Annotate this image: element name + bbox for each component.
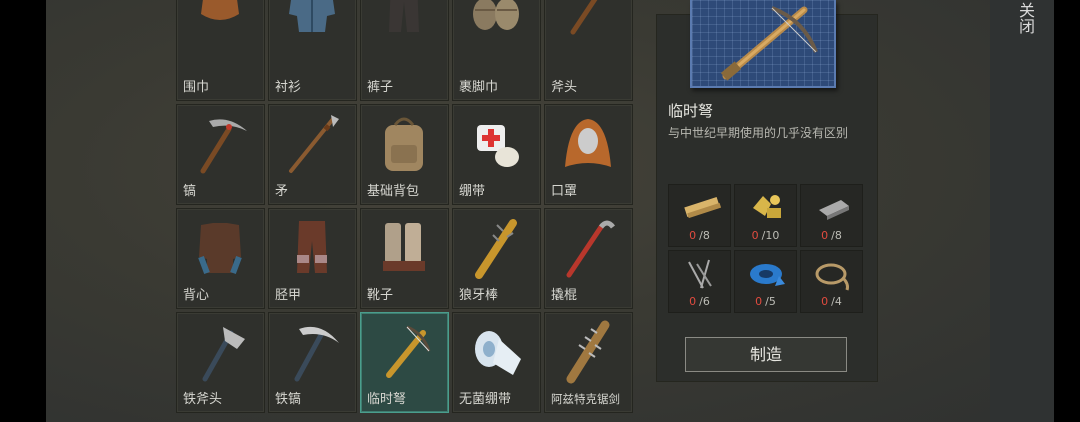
- vest-icon: [187, 215, 253, 281]
- material-have-count: 0: [689, 229, 697, 242]
- item-description: 与中世纪早期使用的几乎没有区别: [668, 126, 849, 140]
- recipe-slot-16[interactable]: 铁斧头: [176, 312, 265, 413]
- bandage-icon: [463, 111, 529, 177]
- recipe-label: 矛: [275, 184, 289, 199]
- axe-icon: [555, 0, 621, 40]
- recipe-label: 铁斧头: [183, 392, 223, 407]
- recipe-slot-9[interactable]: 绷带: [452, 104, 541, 205]
- recipe-slot-18[interactable]: 临时弩: [360, 312, 449, 413]
- material-slot-4[interactable]: 0/6: [668, 250, 731, 313]
- iron-bar-icon: [811, 188, 853, 228]
- recipe-label: 裹脚巾: [459, 80, 499, 95]
- recipe-label: 无菌绷带: [459, 392, 512, 407]
- material-need-count: /4: [831, 295, 842, 308]
- rope-icon: [811, 254, 853, 294]
- recipe-grid: 围巾 衬衫 裤子 裹脚巾 斧头镐 矛 基础背包 绷带 口罩背心 胫甲 靴子 狼牙棒 撬棍铁斧头 铁镐 临时弩…: [176, 0, 633, 413]
- wood-plank-icon: [679, 188, 722, 228]
- recipe-slot-4[interactable]: 裹脚巾: [452, 0, 541, 101]
- material-need-count: /8: [699, 229, 710, 242]
- material-need-count: /8: [831, 229, 842, 242]
- material-need-count: /5: [765, 295, 776, 308]
- side-strip: [990, 0, 1054, 422]
- craft-button[interactable]: 制造: [685, 337, 847, 372]
- material-count: 0/4: [801, 295, 862, 308]
- shirt-icon: [279, 0, 345, 40]
- nails-icon: [679, 254, 721, 294]
- material-count: 0/10: [735, 229, 796, 242]
- recipe-label: 斧头: [551, 80, 578, 95]
- recipe-label: 口罩: [551, 184, 578, 199]
- material-slot-2[interactable]: 0/10: [734, 184, 797, 247]
- boots-icon: [371, 215, 437, 281]
- recipe-slot-17[interactable]: 铁镐: [268, 312, 357, 413]
- recipe-slot-6[interactable]: 镐: [176, 104, 265, 205]
- iron-axe-icon: [187, 319, 253, 385]
- recipe-label: 基础背包: [367, 184, 420, 199]
- recipe-label: 裤子: [367, 80, 394, 95]
- material-count: 0/8: [669, 229, 730, 242]
- recipe-label: 衬衫: [275, 80, 302, 95]
- material-slot-3[interactable]: 0/8: [800, 184, 863, 247]
- recipe-slot-1[interactable]: 围巾: [176, 0, 265, 101]
- crossbow-blueprint-icon: [690, 0, 836, 88]
- scrap-metal-icon: [745, 188, 787, 228]
- recipe-label: 围巾: [183, 80, 210, 95]
- recipe-slot-14[interactable]: 狼牙棒: [452, 208, 541, 309]
- material-slot-5[interactable]: 0/5: [734, 250, 797, 313]
- material-count: 0/5: [735, 295, 796, 308]
- recipe-label: 绷带: [459, 184, 486, 199]
- material-have-count: 0: [821, 295, 829, 308]
- iron-pickaxe-icon: [279, 319, 345, 385]
- recipe-label: 撬棍: [551, 288, 578, 303]
- material-have-count: 0: [751, 229, 759, 242]
- recipe-slot-5[interactable]: 斧头: [544, 0, 633, 101]
- recipe-slot-2[interactable]: 衬衫: [268, 0, 357, 101]
- material-count: 0/6: [669, 295, 730, 308]
- material-slot-1[interactable]: 0/8: [668, 184, 731, 247]
- recipe-slot-20[interactable]: 阿兹特克锯剑: [544, 312, 633, 413]
- item-name: 临时弩: [668, 102, 714, 120]
- material-have-count: 0: [821, 229, 829, 242]
- scarf-icon: [187, 0, 253, 40]
- material-have-count: 0: [689, 295, 697, 308]
- material-have-count: 0: [755, 295, 763, 308]
- duct-tape-icon: [745, 254, 787, 294]
- aztec-sword-icon: [555, 319, 621, 385]
- recipe-label: 靴子: [367, 288, 394, 303]
- crowbar-icon: [555, 215, 621, 281]
- recipe-label: 背心: [183, 288, 210, 303]
- foot-wraps-icon: [463, 0, 529, 40]
- hood-mask-icon: [555, 111, 621, 177]
- recipe-slot-7[interactable]: 矛: [268, 104, 357, 205]
- recipe-slot-15[interactable]: 撬棍: [544, 208, 633, 309]
- recipe-slot-10[interactable]: 口罩: [544, 104, 633, 205]
- sterile-bandage-icon: [463, 319, 529, 385]
- material-count: 0/8: [801, 229, 862, 242]
- materials-grid: 0/8 0/10 0/8 0/6 0/5 0/4: [668, 184, 863, 313]
- recipe-label: 铁镐: [275, 392, 302, 407]
- crossbow-icon: [371, 319, 437, 385]
- recipe-slot-11[interactable]: 背心: [176, 208, 265, 309]
- greaves-icon: [279, 215, 345, 281]
- recipe-label: 胫甲: [275, 288, 302, 303]
- backpack-icon: [371, 111, 437, 177]
- pants-icon: [371, 0, 437, 40]
- recipe-label: 临时弩: [367, 392, 407, 407]
- recipe-label: 阿兹特克锯剑: [551, 392, 620, 406]
- recipe-slot-19[interactable]: 无菌绷带: [452, 312, 541, 413]
- recipe-label: 镐: [183, 184, 197, 199]
- material-need-count: /10: [761, 229, 780, 242]
- material-slot-6[interactable]: 0/4: [800, 250, 863, 313]
- recipe-slot-3[interactable]: 裤子: [360, 0, 449, 101]
- pickaxe-icon: [187, 111, 253, 177]
- spear-icon: [279, 111, 345, 177]
- material-need-count: /6: [699, 295, 710, 308]
- recipe-label: 狼牙棒: [459, 288, 499, 303]
- spiked-club-icon: [463, 215, 529, 281]
- recipe-slot-12[interactable]: 胫甲: [268, 208, 357, 309]
- recipe-slot-13[interactable]: 靴子: [360, 208, 449, 309]
- close-button[interactable]: 关闭: [1012, 0, 1035, 36]
- recipe-slot-8[interactable]: 基础背包: [360, 104, 449, 205]
